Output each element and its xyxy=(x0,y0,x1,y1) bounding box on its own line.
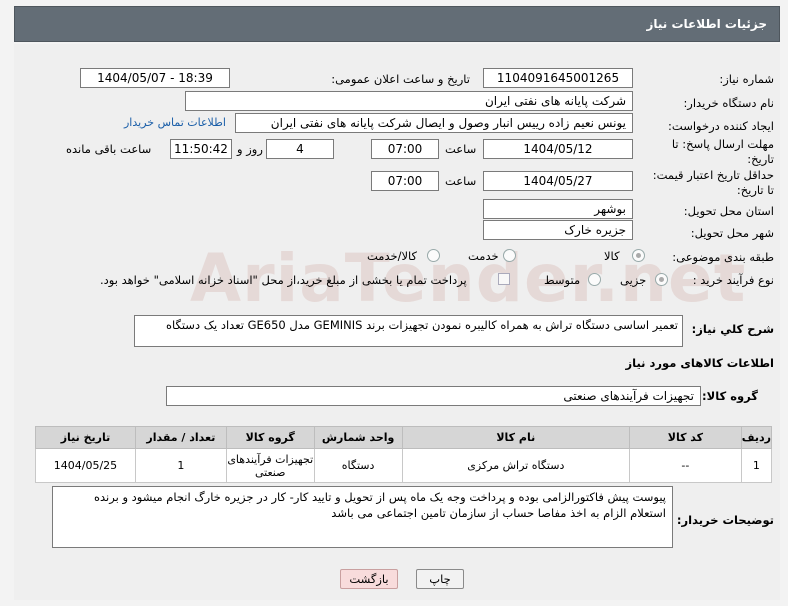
validity-label: حداقل تاریخ اعتبار قیمت: xyxy=(652,168,774,182)
category-goods-service-radio[interactable] xyxy=(427,249,440,262)
treasury-payment-note: پرداخت تمام یا بخشی از مبلغ خرید،از محل … xyxy=(100,273,467,287)
validity-time-field: 07:00 xyxy=(371,171,439,191)
remaining-time-field: 11:50:42 xyxy=(170,139,232,159)
process-label: نوع فرآیند خرید : xyxy=(692,273,774,287)
page-title: جزئیات اطلاعات نیاز xyxy=(646,17,767,31)
process-minor-label: جزیی xyxy=(620,273,647,287)
category-label: طبقه بندی موضوعی: xyxy=(672,250,774,264)
description-textarea[interactable]: تعمیر اساسی دستگاه تراش به همراه کالیبره… xyxy=(134,315,683,347)
cell-qty: 1 xyxy=(134,448,227,483)
province-field: بوشهر xyxy=(483,199,633,219)
cell-date: 1404/05/25 xyxy=(35,448,136,483)
announce-field: 1404/05/07 - 18:39 xyxy=(80,68,230,88)
category-goods-label: کالا xyxy=(604,249,620,263)
col-qty: تعداد / مقدار xyxy=(134,426,227,449)
deadline-time-field: 07:00 xyxy=(371,139,439,159)
cell-code: -- xyxy=(629,448,742,483)
buyer-org-label: نام دستگاه خریدار: xyxy=(683,96,774,110)
validity-time-label: ساعت xyxy=(445,174,477,188)
goods-table: ردیف کد کالا نام کالا واحد شمارش گروه کا… xyxy=(35,426,773,483)
requester-label: ایجاد کننده درخواست: xyxy=(668,119,774,133)
col-date: تاریخ نیاز xyxy=(35,426,136,449)
buyer-org-field: شرکت پایانه های نفتی ایران xyxy=(185,91,633,111)
validity-label-2: تا تاریخ: xyxy=(736,183,774,197)
validity-date-field: 1404/05/27 xyxy=(483,171,633,191)
table-row: 1 -- دستگاه تراش مرکزی دستگاه تجهیزات فر… xyxy=(35,448,773,483)
city-label: شهر محل تحویل: xyxy=(690,226,774,240)
days-label: روز و xyxy=(237,142,263,156)
cell-row: 1 xyxy=(740,448,773,483)
print-button[interactable]: چاپ xyxy=(416,569,464,589)
cell-unit: دستگاه xyxy=(313,448,403,483)
category-service-label: خدمت xyxy=(468,249,499,263)
cell-name: دستگاه تراش مرکزی xyxy=(401,448,631,483)
category-goods-radio[interactable] xyxy=(632,249,645,262)
contact-buyer-link[interactable]: اطلاعات تماس خریدار xyxy=(124,116,226,129)
goods-section-title: اطلاعات کالاهای مورد نیاز xyxy=(625,356,774,370)
category-goods-service-label: کالا/خدمت xyxy=(367,249,418,263)
process-medium-label: متوسط xyxy=(544,273,581,287)
city-field: جزیره خارک xyxy=(483,220,633,240)
goods-group-field: تجهیزات فرآیندهای صنعتی xyxy=(166,386,701,406)
requester-field: یونس نعیم زاده رییس انبار وصول و ایصال ش… xyxy=(235,113,633,133)
need-number-field: 1104091645001265 xyxy=(483,68,633,88)
col-code: کد کالا xyxy=(629,426,742,449)
category-service-radio[interactable] xyxy=(503,249,516,262)
province-label: استان محل تحویل: xyxy=(683,204,774,218)
process-minor-radio[interactable] xyxy=(655,273,668,286)
col-name: نام کالا xyxy=(401,426,631,449)
treasury-payment-checkbox[interactable] xyxy=(498,273,510,285)
deadline-time-label: ساعت xyxy=(445,142,477,156)
back-button[interactable]: بازگشت xyxy=(340,569,398,589)
need-number-label: شماره نیاز: xyxy=(719,72,774,86)
cell-group: تجهیزات فرآیندهای صنعتی xyxy=(225,448,315,483)
deadline-label: مهلت ارسال پاسخ: تا xyxy=(671,137,774,151)
page-title-bar: جزئیات اطلاعات نیاز xyxy=(14,6,780,42)
buyer-notes-textarea[interactable]: پیوست پیش فاکتورالزامی بوده و پرداخت وجه… xyxy=(52,486,673,548)
deadline-label-2: تاریخ: xyxy=(747,152,774,166)
col-group: گروه کالا xyxy=(225,426,315,449)
col-unit: واحد شمارش xyxy=(313,426,403,449)
deadline-date-field: 1404/05/12 xyxy=(483,139,633,159)
description-label: شرح كلي نياز: xyxy=(691,322,774,336)
col-row: ردیف xyxy=(740,426,773,449)
process-medium-radio[interactable] xyxy=(588,273,601,286)
description-text: تعمیر اساسی دستگاه تراش به همراه کالیبره… xyxy=(165,318,678,332)
buyer-notes-text: پیوست پیش فاکتورالزامی بوده و پرداخت وجه… xyxy=(93,490,666,520)
goods-table-header: ردیف کد کالا نام کالا واحد شمارش گروه کا… xyxy=(35,426,773,449)
remaining-time-label: ساعت باقی مانده xyxy=(66,142,152,156)
buyer-notes-label: توضیحات خریدار: xyxy=(676,513,774,527)
days-remaining-field: 4 xyxy=(266,139,334,159)
goods-group-label: گروه کالا: xyxy=(702,389,758,403)
announce-label: تاریخ و ساعت اعلان عمومی: xyxy=(331,72,470,86)
